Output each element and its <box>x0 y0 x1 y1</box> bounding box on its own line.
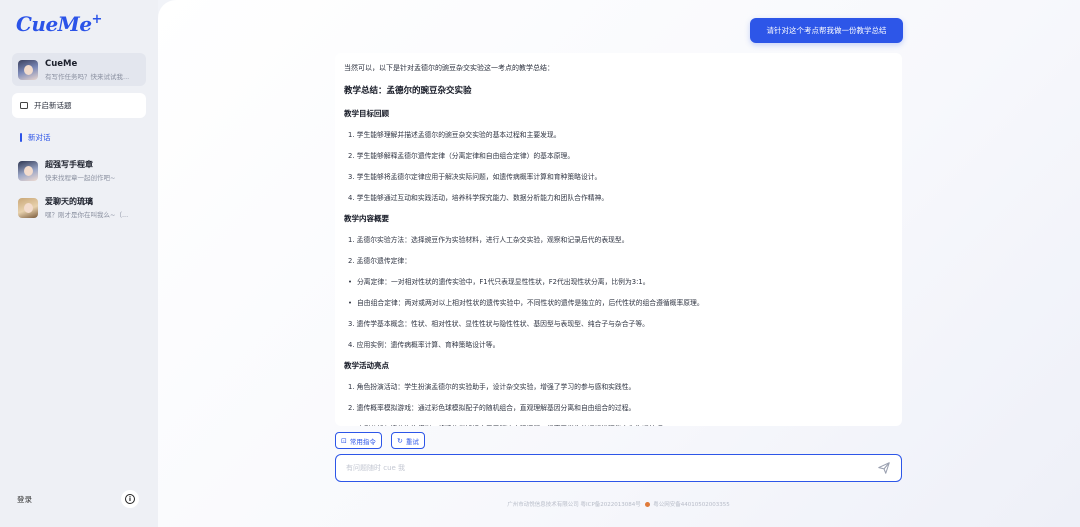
list-item: 自由组合定律：两对或两对以上相对性状的遗传实验中，不同性状的遗传是独立的，后代性… <box>344 297 892 307</box>
conversation-title: 爱聊天的琉璃 <box>45 197 93 206</box>
agent-avatar <box>18 59 38 80</box>
common-commands-label: 常用指令 <box>349 437 376 446</box>
retry-label: 重试 <box>405 437 419 446</box>
list-item: 4. 应用实例：遗传病概率计算、育种策略设计等。 <box>348 341 500 349</box>
logo-plus: + <box>91 12 103 27</box>
logo-text: CueMe <box>16 12 92 36</box>
section-heading: 教学活动亮点 <box>344 361 389 370</box>
list-item: 2. 遗传概率模拟游戏：通过彩色球模拟配子的随机组合，直观理解基因分离和自由组合… <box>348 404 636 412</box>
info-icon: i <box>125 494 135 504</box>
conversation-subtitle: 嘿？刚才是你在叫我么~（... <box>45 211 129 219</box>
list-item: 4. 学生能够通过互动和实践活动，培养科学探究能力、数据分析能力和团队合作精神。 <box>348 194 609 202</box>
footer: 广州市动悦信息技术有限公司 粤ICP备2022013084号 粤公网安备4401… <box>335 500 902 508</box>
list-item: 2. 学生能够解释孟德尔遗传定律（分离定律和自由组合定律）的基本原理。 <box>348 152 575 160</box>
command-icon: ⊡ <box>341 436 347 445</box>
common-commands-button[interactable]: ⊡ 常用指令 <box>335 432 382 449</box>
avatar <box>18 160 38 181</box>
logo[interactable]: CueMe+ <box>16 12 102 36</box>
chat-bubble-icon <box>20 102 28 109</box>
new-topic-label: 开启新话题 <box>34 101 72 110</box>
answer-title: 教学总结：孟德尔的豌豆杂交实验 <box>344 86 472 96</box>
list-item: 1. 孟德尔实验方法：选择豌豆作为实验材料，进行人工杂交实验，观察和记录后代的表… <box>348 236 629 244</box>
list-item: 1. 学生能够理解并描述孟德尔的豌豆杂交实验的基本过程和主要发现。 <box>348 131 561 139</box>
retry-button[interactable]: ↻ 重试 <box>391 432 425 449</box>
chat-main: 请针对这个考点帮我做一份教学总结 当然可以，以下是针对孟德尔的豌豆杂交实验这一考… <box>158 0 1080 527</box>
user-message: 请针对这个考点帮我做一份教学总结 <box>750 18 903 43</box>
assistant-answer: 当然可以，以下是针对孟德尔的豌豆杂交实验这一考点的教学总结： 教学总结：孟德尔的… <box>335 53 902 426</box>
section-heading: 教学目标回顾 <box>344 109 389 118</box>
conversation-item-writer[interactable]: 超强写手程章 快来找程章一起创作吧~ <box>18 159 152 182</box>
answer-sections: 教学目标回顾 1. 学生能够理解并描述孟德尔的豌豆杂交实验的基本过程和主要发现。 2… <box>344 108 892 426</box>
agent-title: CueMe <box>45 58 78 69</box>
section-heading: 教学内容概要 <box>344 214 389 223</box>
list-item: 分离定律：一对相对性状的遗传实验中，F1代只表现显性性状，F2代出现性状分离，比… <box>344 276 892 286</box>
list-item: 2. 孟德尔遗传定律： <box>348 257 412 265</box>
list-item: 1. 角色扮演活动：学生扮演孟德尔的实验助手，设计杂交实验，增强了学习的参与感和… <box>348 383 636 391</box>
answer-intro: 当然可以，以下是针对孟德尔的豌豆杂交实验这一考点的教学总结： <box>344 64 554 72</box>
police-badge-icon <box>644 502 650 507</box>
send-icon[interactable] <box>877 461 891 475</box>
sidebar: CueMe+ CueMe 有写作任务吗？快来试试我... 开启新话题 新对话 超… <box>0 0 158 527</box>
list-item: 3. 遗传学基本概念：性状、相对性状、显性性状与隐性性状、基因型与表现型、纯合子… <box>348 320 649 328</box>
current-conversation-label: 新对话 <box>28 133 51 142</box>
footer-icp[interactable]: 广州市动悦信息技术有限公司 粤ICP备2022013084号 <box>507 502 641 508</box>
message-input[interactable] <box>346 464 877 472</box>
footer-police[interactable]: 粤公网安备44010502003355 <box>653 502 730 508</box>
conversation-item-liuli[interactable]: 爱聊天的琉璃 嘿？刚才是你在叫我么~（... <box>18 196 152 219</box>
agent-subtitle: 有写作任务吗？快来试试我... <box>45 72 130 81</box>
conversation-title: 超强写手程章 <box>45 160 93 169</box>
active-indicator <box>20 133 22 142</box>
avatar <box>18 197 38 218</box>
list-item: 3. 学生能够将孟德尔定律应用于解决实际问题，如遗传病概率计算和育种策略设计。 <box>348 173 602 181</box>
conversation-subtitle: 快来找程章一起创作吧~ <box>45 174 116 182</box>
message-input-box[interactable] <box>335 454 902 482</box>
new-topic-button[interactable]: 开启新话题 <box>12 93 146 118</box>
current-conversation[interactable]: 新对话 <box>20 132 51 143</box>
login-link[interactable]: 登录 <box>17 494 32 505</box>
list-item: 3. 病例分析与遗传咨询模拟：将遗传学知识应用于解决实际问题，提高了学生的逻辑推… <box>344 423 892 426</box>
info-button[interactable]: i <box>121 490 139 508</box>
agent-card-cueme[interactable]: CueMe 有写作任务吗？快来试试我... <box>12 53 146 86</box>
refresh-icon: ↻ <box>397 436 403 445</box>
